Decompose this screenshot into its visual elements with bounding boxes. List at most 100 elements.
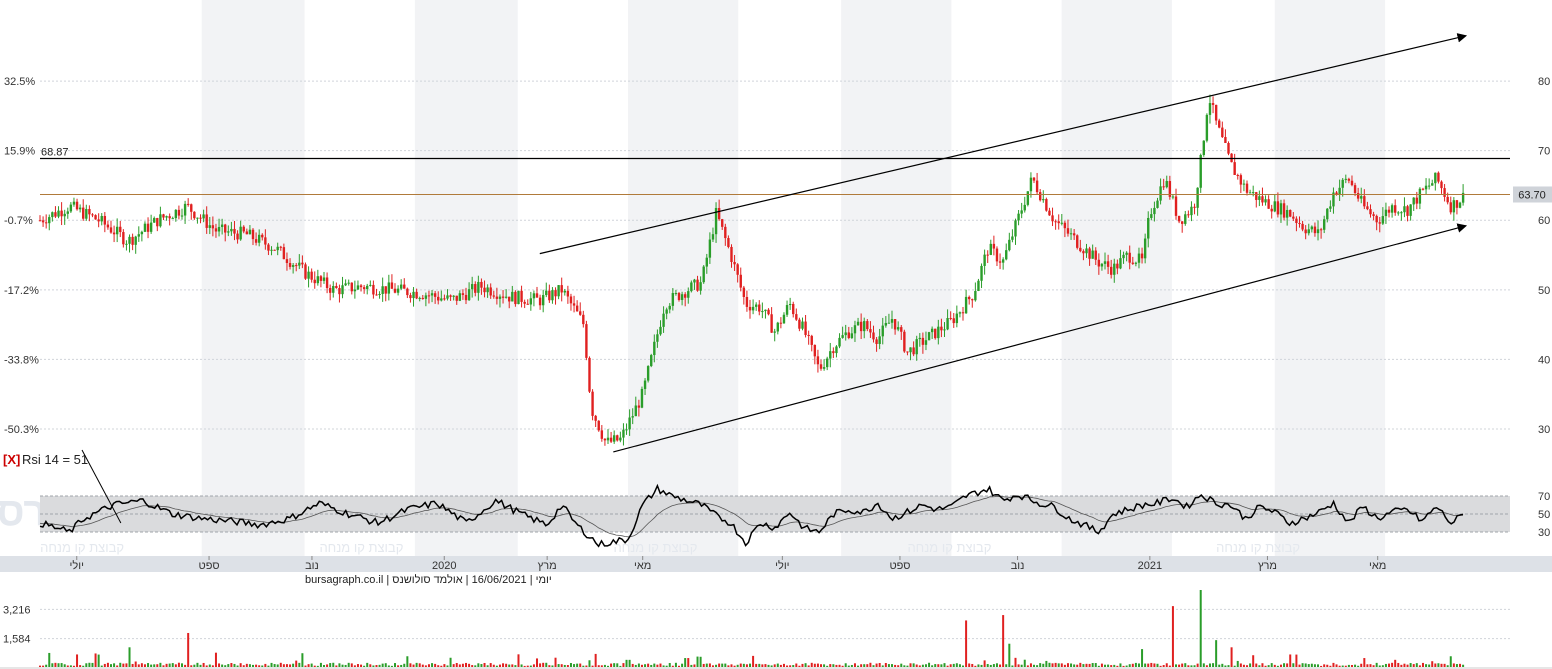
- candle-body: [477, 281, 480, 293]
- candle-body: [199, 217, 202, 219]
- volume-bar: [307, 664, 310, 667]
- candle-body: [1122, 254, 1125, 259]
- candle-body: [761, 311, 764, 313]
- candle-body: [829, 351, 832, 359]
- candle-body: [208, 225, 211, 228]
- volume-bar: [829, 664, 832, 667]
- volume-bar: [684, 658, 687, 667]
- candle-body: [1162, 186, 1165, 188]
- candle-body: [332, 286, 335, 293]
- volume-bar: [1255, 663, 1258, 667]
- candle-body: [699, 282, 702, 291]
- candle-body: [875, 339, 878, 344]
- volume-bar: [1449, 656, 1452, 667]
- volume-bar: [1350, 665, 1353, 667]
- volume-bar: [789, 665, 792, 667]
- volume-bar: [1029, 663, 1032, 667]
- candle-body: [1137, 253, 1141, 263]
- candle-body: [480, 281, 483, 288]
- candle-body: [909, 347, 912, 353]
- volume-bar: [962, 665, 965, 667]
- volume-bar: [397, 665, 400, 667]
- candle-body: [949, 318, 952, 320]
- right-tick-label: 70: [1538, 146, 1550, 158]
- volume-bar: [131, 663, 134, 667]
- volume-bar: [82, 665, 85, 667]
- volume-bar: [1412, 664, 1415, 667]
- volume-bar: [1295, 654, 1298, 667]
- volume-bar: [1381, 665, 1384, 667]
- candle-body: [1406, 206, 1409, 216]
- volume-bar: [233, 663, 236, 667]
- background-stripe: [841, 0, 952, 556]
- candle-body: [171, 218, 174, 220]
- candle-body: [356, 285, 360, 290]
- volume-bar: [329, 663, 332, 667]
- volume-bar: [498, 664, 501, 667]
- candle-body: [927, 332, 931, 341]
- volume-bar: [199, 664, 202, 667]
- x-tick-label: 2021: [1138, 560, 1162, 572]
- volume-bar: [517, 654, 520, 667]
- volume-bar: [100, 665, 103, 667]
- right-tick-label: 40: [1538, 354, 1550, 366]
- candle-body: [1409, 204, 1412, 216]
- volume-bar: [137, 664, 140, 667]
- candle-body: [470, 284, 474, 290]
- x-tick-label: 2020: [432, 560, 456, 572]
- candle-body: [159, 214, 162, 227]
- candle-body: [971, 299, 974, 301]
- candle-body: [878, 336, 881, 344]
- volume-bar: [384, 663, 387, 667]
- volume-bar: [165, 663, 168, 667]
- candle-body: [1171, 196, 1175, 198]
- candle-body: [937, 326, 940, 339]
- volume-bar: [529, 665, 532, 667]
- volume-bar: [452, 664, 455, 667]
- candle-body: [1347, 178, 1351, 181]
- candle-body: [100, 215, 103, 222]
- candle-body: [1140, 253, 1144, 259]
- rsi-label-prefix[interactable]: [X]: [3, 452, 20, 467]
- candle-body: [1372, 214, 1375, 216]
- volume-bar: [730, 664, 733, 667]
- candle-body: [1085, 248, 1088, 254]
- x-tick-label: מאי: [1369, 560, 1386, 572]
- candle-body: [285, 259, 289, 264]
- volume-bar: [937, 664, 940, 667]
- candle-body: [646, 366, 650, 381]
- volume-bar: [989, 664, 992, 667]
- candle-body: [585, 324, 588, 358]
- volume-bar: [813, 663, 816, 667]
- candle-body: [1353, 185, 1357, 194]
- candle-body: [1227, 143, 1230, 154]
- volume-bar: [1375, 662, 1378, 667]
- volume-bar: [906, 665, 909, 667]
- volume-bar: [193, 664, 196, 667]
- volume-bar: [931, 665, 934, 667]
- candle-body: [366, 285, 369, 290]
- volume-bar: [69, 665, 72, 667]
- volume-bar: [1252, 655, 1255, 667]
- volume-bar: [545, 662, 548, 667]
- volume-bar: [943, 663, 946, 667]
- volume-bar: [252, 664, 255, 667]
- candle-body: [866, 321, 869, 330]
- volume-bar: [881, 665, 884, 667]
- candle-body: [504, 296, 508, 298]
- background-stripe: [201, 0, 305, 556]
- volume-bar: [1042, 663, 1045, 667]
- volume-bar: [634, 664, 637, 667]
- candle-body: [816, 356, 820, 365]
- candle-body: [433, 293, 437, 297]
- candle-body: [893, 319, 897, 330]
- volume-bar: [91, 662, 94, 667]
- volume-bar: [88, 662, 91, 667]
- volume-bar: [1388, 663, 1391, 667]
- volume-bar: [918, 665, 921, 667]
- candle-body: [1008, 239, 1011, 251]
- volume-bar: [1171, 606, 1174, 667]
- candle-body: [1026, 191, 1030, 205]
- volume-bar: [63, 664, 66, 667]
- x-tick-label: מאי: [634, 560, 651, 572]
